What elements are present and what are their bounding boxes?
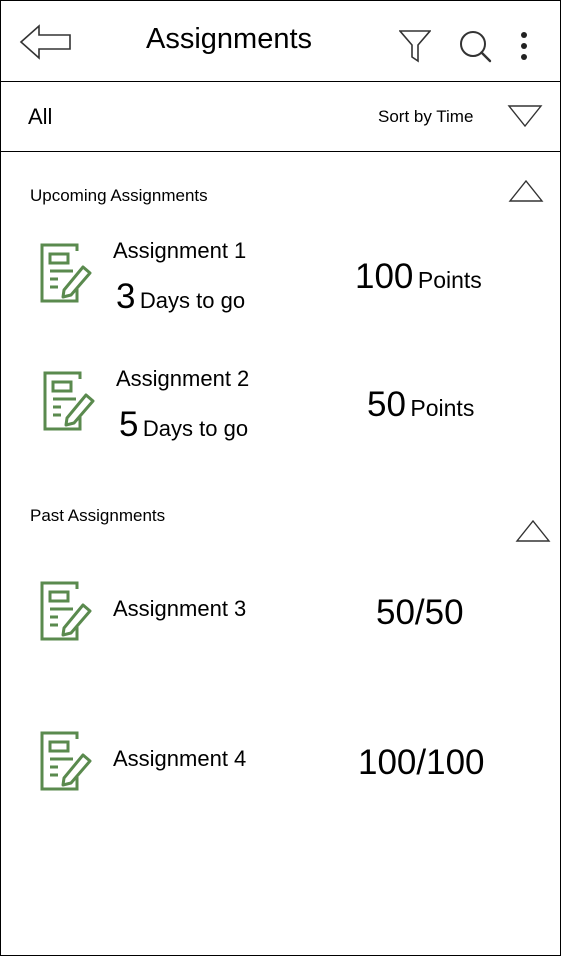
days-count: 3 bbox=[116, 277, 136, 316]
points-label: Points bbox=[417, 267, 482, 293]
filter-all-dropdown[interactable]: All bbox=[28, 104, 52, 130]
list-item[interactable]: Assignment 1 3 Days to go 100 Points bbox=[1, 231, 560, 321]
points-value: 50 Points bbox=[367, 385, 474, 425]
app-frame: Assignments All Sort by Time Upcoming As… bbox=[0, 0, 561, 956]
sort-by-label[interactable]: Sort by Time bbox=[378, 107, 473, 127]
days-remaining: 3 Days to go bbox=[116, 277, 245, 317]
assignment-edit-icon bbox=[43, 371, 95, 431]
filter-icon[interactable] bbox=[399, 29, 431, 63]
days-label: Days to go bbox=[142, 416, 249, 441]
points-label: Points bbox=[410, 395, 475, 421]
section-title-upcoming: Upcoming Assignments bbox=[30, 186, 208, 205]
assignment-name: Assignment 4 bbox=[113, 746, 247, 771]
list-item[interactable]: Assignment 4 100/100 bbox=[1, 719, 560, 809]
days-label: Days to go bbox=[139, 288, 246, 313]
chevron-down-triangle-icon[interactable] bbox=[507, 104, 543, 128]
app-header: Assignments bbox=[1, 1, 560, 82]
assignment-edit-icon bbox=[40, 731, 92, 791]
points-value: 100 Points bbox=[355, 257, 482, 297]
list-item[interactable]: Assignment 3 50/50 bbox=[1, 569, 560, 659]
points-number: 100 bbox=[355, 257, 414, 296]
toolbar: All Sort by Time bbox=[1, 82, 560, 152]
search-icon[interactable] bbox=[457, 29, 493, 65]
chevron-up-triangle-icon[interactable] bbox=[515, 519, 551, 543]
page-title: Assignments bbox=[146, 23, 313, 55]
assignment-name: Assignment 1 bbox=[113, 238, 247, 263]
back-arrow-icon[interactable] bbox=[19, 23, 73, 61]
points-number: 50 bbox=[367, 385, 406, 424]
more-vertical-icon[interactable] bbox=[516, 31, 532, 63]
days-remaining: 5 Days to go bbox=[119, 405, 248, 445]
days-count: 5 bbox=[119, 405, 139, 444]
section-title-past: Past Assignments bbox=[30, 506, 166, 525]
assignment-edit-icon bbox=[40, 243, 92, 303]
assignment-name: Assignment 3 bbox=[113, 596, 247, 621]
assignment-score: 50/50 bbox=[376, 593, 464, 632]
assignment-edit-icon bbox=[40, 581, 92, 641]
assignment-score: 100/100 bbox=[358, 743, 485, 782]
list-item[interactable]: Assignment 2 5 Days to go 50 Points bbox=[1, 359, 560, 449]
assignment-name: Assignment 2 bbox=[116, 366, 250, 391]
chevron-up-triangle-icon[interactable] bbox=[508, 179, 544, 203]
